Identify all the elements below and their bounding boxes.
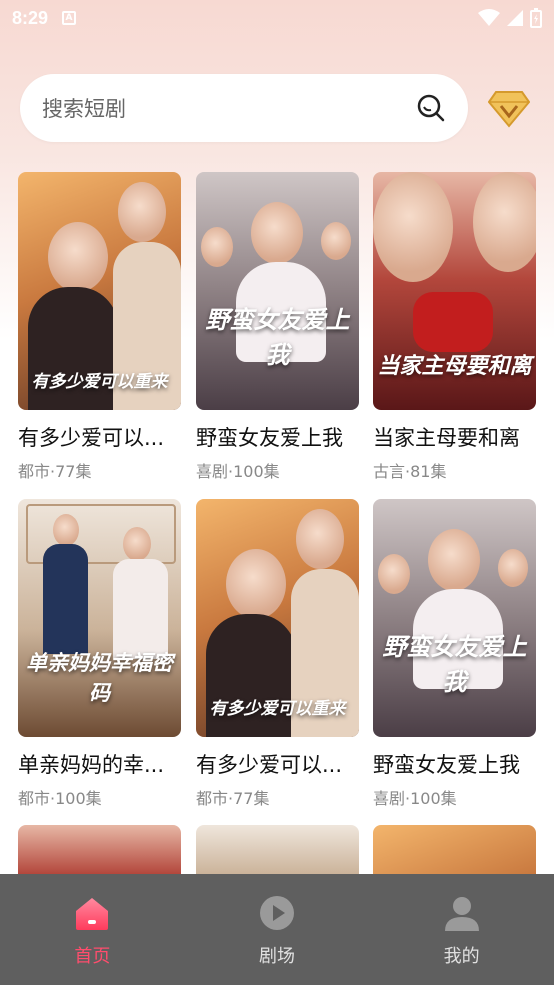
- profile-icon: [444, 897, 479, 931]
- drama-poster[interactable]: 有多少爱可以重来: [18, 172, 181, 410]
- drama-poster[interactable]: [196, 825, 359, 874]
- drama-card[interactable]: [18, 825, 181, 874]
- signal-icon: [507, 10, 523, 26]
- vip-diamond-icon[interactable]: [488, 88, 530, 128]
- poster-title: 野蛮女友爱上我: [205, 305, 350, 369]
- drama-card[interactable]: 当家主母要和离 当家主母要和离 古言·81集: [373, 172, 536, 482]
- drama-title: 当家主母要和离: [373, 426, 520, 450]
- drama-meta: 都市·100集: [18, 789, 102, 808]
- poster-title: 有多少爱可以重来: [31, 372, 168, 392]
- drama-poster[interactable]: 有多少爱可以重来: [196, 499, 359, 737]
- notification-a-icon: A: [62, 11, 77, 25]
- bottom-tab-bar: 首页 剧场 我的: [0, 874, 554, 985]
- drama-title: 有多少爱可以...: [196, 753, 343, 777]
- drama-card[interactable]: 单亲妈妈幸福密码 单亲妈妈的幸... 都市·100集: [18, 499, 181, 809]
- search-input[interactable]: 搜索短剧: [20, 74, 468, 142]
- drama-poster[interactable]: [18, 825, 181, 874]
- drama-card[interactable]: [196, 825, 359, 874]
- poster-title: 单亲妈妈幸福密码: [26, 650, 173, 705]
- drama-meta: 都市·77集: [196, 789, 270, 808]
- drama-card[interactable]: 有多少爱可以重来 有多少爱可以... 都市·77集: [18, 172, 181, 482]
- drama-poster[interactable]: 当家主母要和离: [373, 172, 536, 410]
- drama-card[interactable]: 野蛮女友爱上我 野蛮女友爱上我 喜剧·100集: [196, 172, 359, 482]
- status-bar: 8:29 A: [0, 0, 554, 36]
- drama-card[interactable]: 有多少爱可以重来 有多少爱可以... 都市·77集: [196, 499, 359, 809]
- poster-title: 当家主母要和离: [377, 353, 532, 379]
- tab-home-label: 首页: [74, 946, 111, 967]
- tab-profile-label: 我的: [443, 946, 480, 967]
- drama-poster[interactable]: 单亲妈妈幸福密码: [18, 499, 181, 737]
- drama-meta: 喜剧·100集: [373, 789, 457, 808]
- tab-home[interactable]: 首页: [0, 874, 185, 985]
- drama-poster[interactable]: [373, 825, 536, 874]
- drama-title: 野蛮女友爱上我: [373, 753, 520, 777]
- search-icon[interactable]: [416, 93, 446, 123]
- drama-title: 单亲妈妈的幸...: [18, 753, 165, 777]
- tab-theater[interactable]: 剧场: [185, 874, 370, 985]
- drama-meta: 都市·77集: [18, 462, 92, 481]
- play-icon: [260, 896, 294, 930]
- drama-meta: 喜剧·100集: [196, 462, 280, 481]
- drama-meta: 古言·81集: [373, 462, 447, 481]
- status-icons: [478, 8, 542, 28]
- tab-theater-label: 剧场: [259, 946, 295, 967]
- status-time: 8:29: [12, 7, 49, 28]
- poster-title: 有多少爱可以重来: [209, 699, 346, 719]
- wifi-icon: [478, 9, 500, 26]
- tab-profile[interactable]: 我的: [369, 874, 554, 985]
- poster-title: 野蛮女友爱上我: [382, 632, 527, 696]
- search-placeholder: 搜索短剧: [42, 97, 126, 121]
- drama-card[interactable]: 野蛮女友爱上我 野蛮女友爱上我 喜剧·100集: [373, 499, 536, 809]
- drama-title: 有多少爱可以...: [18, 426, 165, 450]
- drama-poster[interactable]: 野蛮女友爱上我: [373, 499, 536, 737]
- drama-card[interactable]: [373, 825, 536, 874]
- home-icon: [76, 898, 109, 930]
- drama-poster[interactable]: 野蛮女友爱上我: [196, 172, 359, 410]
- battery-icon: [530, 8, 542, 28]
- drama-title: 野蛮女友爱上我: [196, 426, 343, 450]
